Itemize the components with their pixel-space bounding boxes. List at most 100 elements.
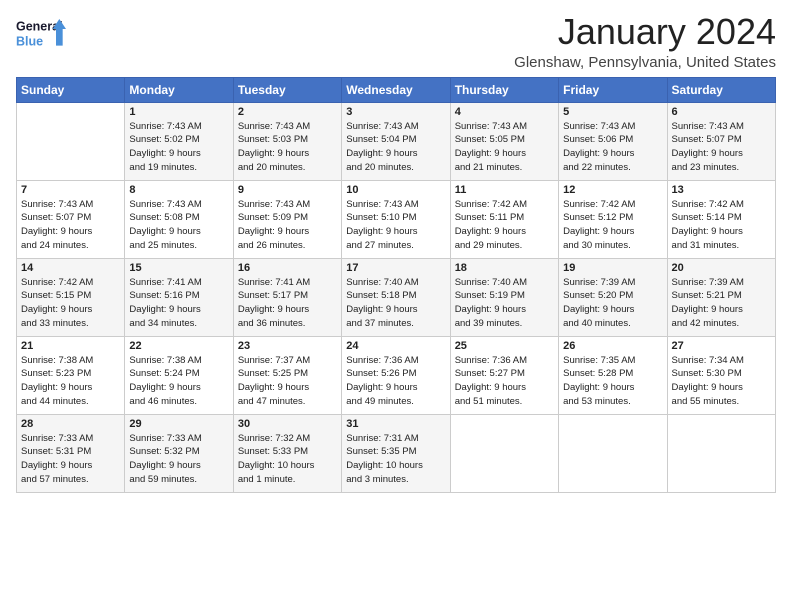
calendar-cell: 28Sunrise: 7:33 AMSunset: 5:31 PMDayligh… (17, 414, 125, 492)
cell-content: Sunrise: 7:40 AMSunset: 5:18 PMDaylight:… (346, 276, 445, 331)
cell-line: Daylight: 9 hours (672, 382, 743, 393)
cell-line: Daylight: 9 hours (21, 226, 92, 237)
day-number: 9 (238, 184, 337, 196)
day-number: 26 (563, 340, 662, 352)
cell-line: and 30 minutes. (563, 240, 631, 251)
cell-line: and 49 minutes. (346, 396, 414, 407)
calendar-cell: 31Sunrise: 7:31 AMSunset: 5:35 PMDayligh… (342, 414, 450, 492)
cell-line: Sunset: 5:07 PM (672, 134, 742, 145)
day-number: 24 (346, 340, 445, 352)
calendar-cell: 18Sunrise: 7:40 AMSunset: 5:19 PMDayligh… (450, 258, 558, 336)
page-container: General Blue January 2024 Glenshaw, Penn… (0, 0, 792, 501)
week-row-5: 28Sunrise: 7:33 AMSunset: 5:31 PMDayligh… (17, 414, 776, 492)
week-row-3: 14Sunrise: 7:42 AMSunset: 5:15 PMDayligh… (17, 258, 776, 336)
day-number: 7 (21, 184, 120, 196)
cell-line: Daylight: 9 hours (563, 304, 634, 315)
cell-line: Sunrise: 7:43 AM (672, 121, 744, 132)
cell-line: Sunset: 5:17 PM (238, 290, 308, 301)
cell-line: Sunrise: 7:43 AM (455, 121, 527, 132)
calendar-cell: 3Sunrise: 7:43 AMSunset: 5:04 PMDaylight… (342, 102, 450, 180)
cell-line: Daylight: 9 hours (129, 148, 200, 159)
cell-content: Sunrise: 7:35 AMSunset: 5:28 PMDaylight:… (563, 354, 662, 409)
cell-line: Daylight: 9 hours (672, 304, 743, 315)
logo-svg: General Blue (16, 12, 66, 56)
cell-line: Sunrise: 7:36 AM (346, 355, 418, 366)
calendar-cell: 9Sunrise: 7:43 AMSunset: 5:09 PMDaylight… (233, 180, 341, 258)
cell-line: Sunset: 5:18 PM (346, 290, 416, 301)
day-number: 5 (563, 106, 662, 118)
cell-line: Sunset: 5:09 PM (238, 212, 308, 223)
cell-line: Sunset: 5:12 PM (563, 212, 633, 223)
cell-line: Sunset: 5:20 PM (563, 290, 633, 301)
cell-line: Sunset: 5:07 PM (21, 212, 91, 223)
cell-line: Sunset: 5:11 PM (455, 212, 525, 223)
day-number: 13 (672, 184, 771, 196)
cell-content: Sunrise: 7:32 AMSunset: 5:33 PMDaylight:… (238, 432, 337, 487)
cell-line: Sunrise: 7:36 AM (455, 355, 527, 366)
cell-line: Sunset: 5:06 PM (563, 134, 633, 145)
cell-line: and 59 minutes. (129, 474, 197, 485)
cell-line: Daylight: 9 hours (21, 460, 92, 471)
cell-content: Sunrise: 7:37 AMSunset: 5:25 PMDaylight:… (238, 354, 337, 409)
cell-line: Sunset: 5:14 PM (672, 212, 742, 223)
week-row-1: 1Sunrise: 7:43 AMSunset: 5:02 PMDaylight… (17, 102, 776, 180)
cell-line: Sunset: 5:35 PM (346, 446, 416, 457)
cell-content: Sunrise: 7:43 AMSunset: 5:05 PMDaylight:… (455, 120, 554, 175)
day-number: 23 (238, 340, 337, 352)
cell-line: and 55 minutes. (672, 396, 740, 407)
cell-line: Sunrise: 7:33 AM (129, 433, 201, 444)
cell-line: Sunset: 5:02 PM (129, 134, 199, 145)
cell-content: Sunrise: 7:42 AMSunset: 5:12 PMDaylight:… (563, 198, 662, 253)
header-row-days: SundayMondayTuesdayWednesdayThursdayFrid… (17, 77, 776, 102)
cell-line: and 53 minutes. (563, 396, 631, 407)
cell-line: Daylight: 9 hours (346, 148, 417, 159)
cell-line: Sunrise: 7:38 AM (21, 355, 93, 366)
day-number: 22 (129, 340, 228, 352)
cell-line: and 34 minutes. (129, 318, 197, 329)
cell-line: Sunrise: 7:42 AM (455, 199, 527, 210)
cell-line: and 24 minutes. (21, 240, 89, 251)
column-header-monday: Monday (125, 77, 233, 102)
cell-line: and 20 minutes. (238, 162, 306, 173)
day-number: 16 (238, 262, 337, 274)
cell-line: Sunrise: 7:40 AM (455, 277, 527, 288)
cell-content: Sunrise: 7:38 AMSunset: 5:24 PMDaylight:… (129, 354, 228, 409)
cell-line: Daylight: 10 hours (238, 460, 315, 471)
cell-line: Daylight: 9 hours (563, 382, 634, 393)
cell-content: Sunrise: 7:43 AMSunset: 5:02 PMDaylight:… (129, 120, 228, 175)
calendar-cell (450, 414, 558, 492)
cell-line: Sunset: 5:30 PM (672, 368, 742, 379)
cell-content: Sunrise: 7:42 AMSunset: 5:14 PMDaylight:… (672, 198, 771, 253)
cell-content: Sunrise: 7:43 AMSunset: 5:07 PMDaylight:… (672, 120, 771, 175)
cell-content: Sunrise: 7:33 AMSunset: 5:32 PMDaylight:… (129, 432, 228, 487)
cell-line: Sunset: 5:05 PM (455, 134, 525, 145)
column-header-tuesday: Tuesday (233, 77, 341, 102)
cell-line: Daylight: 9 hours (455, 304, 526, 315)
cell-line: Sunset: 5:04 PM (346, 134, 416, 145)
day-number: 2 (238, 106, 337, 118)
svg-text:Blue: Blue (16, 35, 43, 49)
column-header-friday: Friday (559, 77, 667, 102)
cell-line: and 37 minutes. (346, 318, 414, 329)
cell-line: Sunrise: 7:34 AM (672, 355, 744, 366)
day-number: 19 (563, 262, 662, 274)
cell-line: Daylight: 9 hours (455, 226, 526, 237)
calendar-cell: 2Sunrise: 7:43 AMSunset: 5:03 PMDaylight… (233, 102, 341, 180)
calendar-cell: 12Sunrise: 7:42 AMSunset: 5:12 PMDayligh… (559, 180, 667, 258)
calendar-cell: 25Sunrise: 7:36 AMSunset: 5:27 PMDayligh… (450, 336, 558, 414)
cell-line: and 31 minutes. (672, 240, 740, 251)
cell-line: Sunset: 5:31 PM (21, 446, 91, 457)
month-title: January 2024 (514, 12, 776, 52)
cell-line: Sunset: 5:28 PM (563, 368, 633, 379)
calendar-cell: 7 Sunrise: 7:43 AMSunset: 5:07 PMDaylight… (17, 180, 125, 258)
cell-line: Sunrise: 7:43 AM (346, 121, 418, 132)
calendar-cell (667, 414, 775, 492)
cell-line: Daylight: 9 hours (238, 148, 309, 159)
cell-line: and 23 minutes. (672, 162, 740, 173)
cell-line: and 27 minutes. (346, 240, 414, 251)
calendar-cell: 16Sunrise: 7:41 AMSunset: 5:17 PMDayligh… (233, 258, 341, 336)
cell-content: Sunrise: 7:43 AMSunset: 5:07 PMDaylight:… (21, 198, 120, 253)
column-header-wednesday: Wednesday (342, 77, 450, 102)
cell-line: and 46 minutes. (129, 396, 197, 407)
calendar-cell: 8Sunrise: 7:43 AMSunset: 5:08 PMDaylight… (125, 180, 233, 258)
